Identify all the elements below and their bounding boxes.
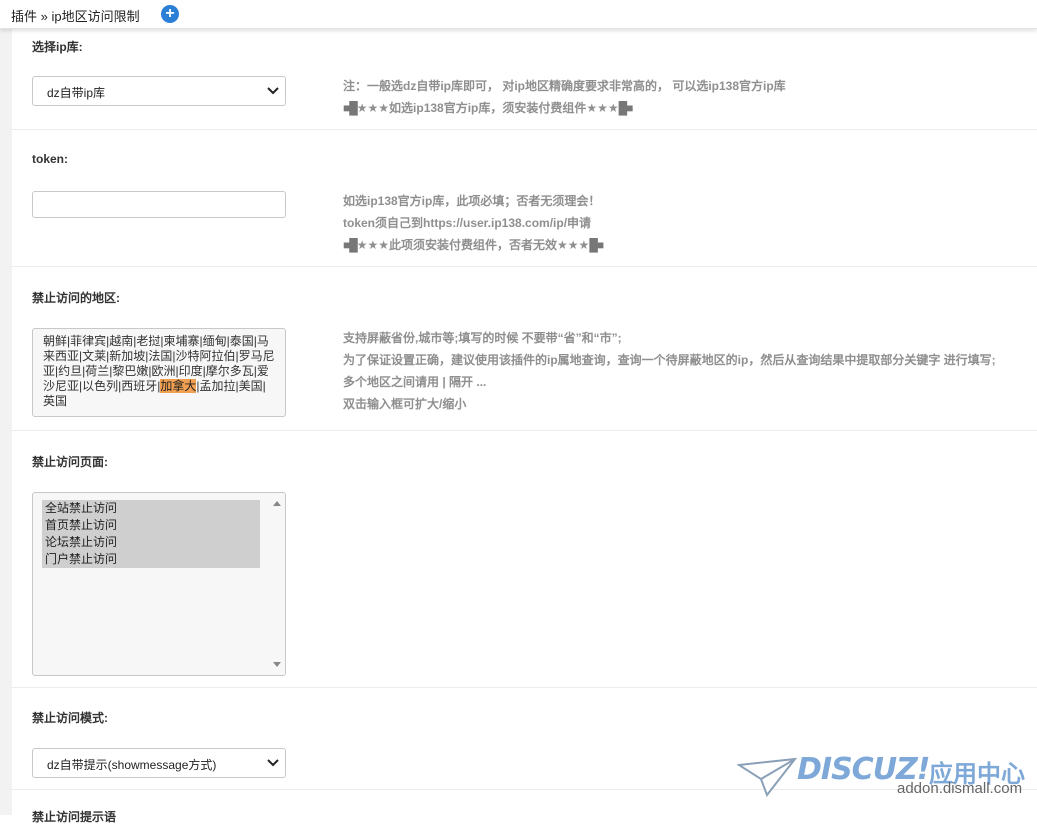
chevron-down-icon <box>267 87 279 95</box>
left-strip <box>0 28 12 815</box>
regions-label: 禁止访问的地区: <box>32 291 120 305</box>
discuz-watermark: DISCUZ! 应用中心 addon.dismall.com <box>737 750 1027 800</box>
next-section-label: 禁止访问提示语 <box>32 810 117 824</box>
ip-lib-select-value: dz自带ip库 <box>47 86 106 100</box>
divider <box>12 687 1037 688</box>
divider <box>12 266 1037 267</box>
breadcrumb: 插件 » ip地区访问限制 <box>11 9 140 24</box>
token-note-line2: token须自己到https://user.ip138.com/ip/申请 <box>343 216 592 230</box>
ip-lib-note: 注：一般选dz自带ip库即可， 对ip地区精确度要求非常高的， 可以选ip138… <box>343 75 786 119</box>
pages-option[interactable]: 全站禁止访问 <box>42 500 260 517</box>
mode-label: 禁止访问模式: <box>32 711 108 725</box>
scroll-up-arrow[interactable] <box>273 501 281 506</box>
divider <box>12 129 1037 130</box>
mode-select-value: dz自带提示(showmessage方式) <box>47 758 217 772</box>
pages-option[interactable]: 论坛禁止访问 <box>42 534 260 551</box>
regions-note: 支持屏蔽省份,城市等;填写的时候 不要带“省”和“市”; 为了保证设置正确，建议… <box>343 327 996 415</box>
ip-lib-note-line2: ■█★★★如选ip138官方ip库，须安装付费组件★★★█■ <box>343 97 786 119</box>
token-note-line3: ■█★★★此项须安装付费组件，否者无效★★★█■ <box>343 234 604 256</box>
divider <box>12 430 1037 431</box>
block-marks-right: █■ <box>618 101 634 115</box>
ip-lib-label: 选择ip库: <box>32 40 83 54</box>
regions-textarea[interactable]: 朝鲜|菲律宾|越南|老挝|柬埔寨|缅甸|泰国|马来西亚|文莱|新加坡|法国|沙特… <box>32 328 286 417</box>
paper-plane-icon <box>737 757 797 797</box>
regions-note-line1: 支持屏蔽省份,城市等;填写的时候 不要带“省”和“市”; <box>343 331 622 345</box>
discuz-url: addon.dismall.com <box>897 780 1023 797</box>
top-bar: 插件 » ip地区访问限制 + <box>0 0 1037 29</box>
pages-label: 禁止访问页面: <box>32 455 108 469</box>
pages-options: 全站禁止访问 首页禁止访问 论坛禁止访问 门户禁止访问 <box>42 500 260 568</box>
regions-note-line3: 多个地区之间请用 | 隔开 ... <box>343 375 487 389</box>
pages-option[interactable]: 门户禁止访问 <box>42 551 260 568</box>
token-note-line1: 如选ip138官方ip库，此项必填；否者无须理会！ <box>343 194 601 208</box>
token-input[interactable] <box>32 191 286 218</box>
block-marks-left: ■█ <box>343 238 358 252</box>
block-marks-left: ■█ <box>343 101 358 115</box>
ip-lib-note-line1: 注：一般选dz自带ip库即可， 对ip地区精确度要求非常高的， 可以选ip138… <box>343 79 786 93</box>
ip-lib-note-line2-text: ★★★如选ip138官方ip库，须安装付费组件★★★ <box>356 101 619 115</box>
pages-option[interactable]: 首页禁止访问 <box>42 517 260 534</box>
block-marks-right: █■ <box>589 238 604 252</box>
ip-lib-select[interactable]: dz自带ip库 <box>32 76 286 106</box>
pages-multiselect[interactable]: 全站禁止访问 首页禁止访问 论坛禁止访问 门户禁止访问 <box>32 492 286 676</box>
add-icon[interactable]: + <box>161 5 179 23</box>
mode-select[interactable]: dz自带提示(showmessage方式) <box>32 748 286 778</box>
regions-text-highlight: 加拿大 <box>160 379 197 393</box>
scroll-down-arrow[interactable] <box>273 662 281 667</box>
chevron-down-icon <box>267 759 279 767</box>
token-label: token: <box>32 152 68 166</box>
token-note: 如选ip138官方ip库，此项必填；否者无须理会！ token须自己到https… <box>343 190 604 256</box>
regions-note-line4: 双击输入框可扩大/缩小 <box>343 397 467 411</box>
token-note-line3-text: ★★★此项须安装付费组件，否者无效★★★ <box>356 238 590 252</box>
regions-note-line2: 为了保证设置正确，建议使用该插件的ip属地查询，查询一个待屏蔽地区的ip，然后从… <box>343 353 996 367</box>
